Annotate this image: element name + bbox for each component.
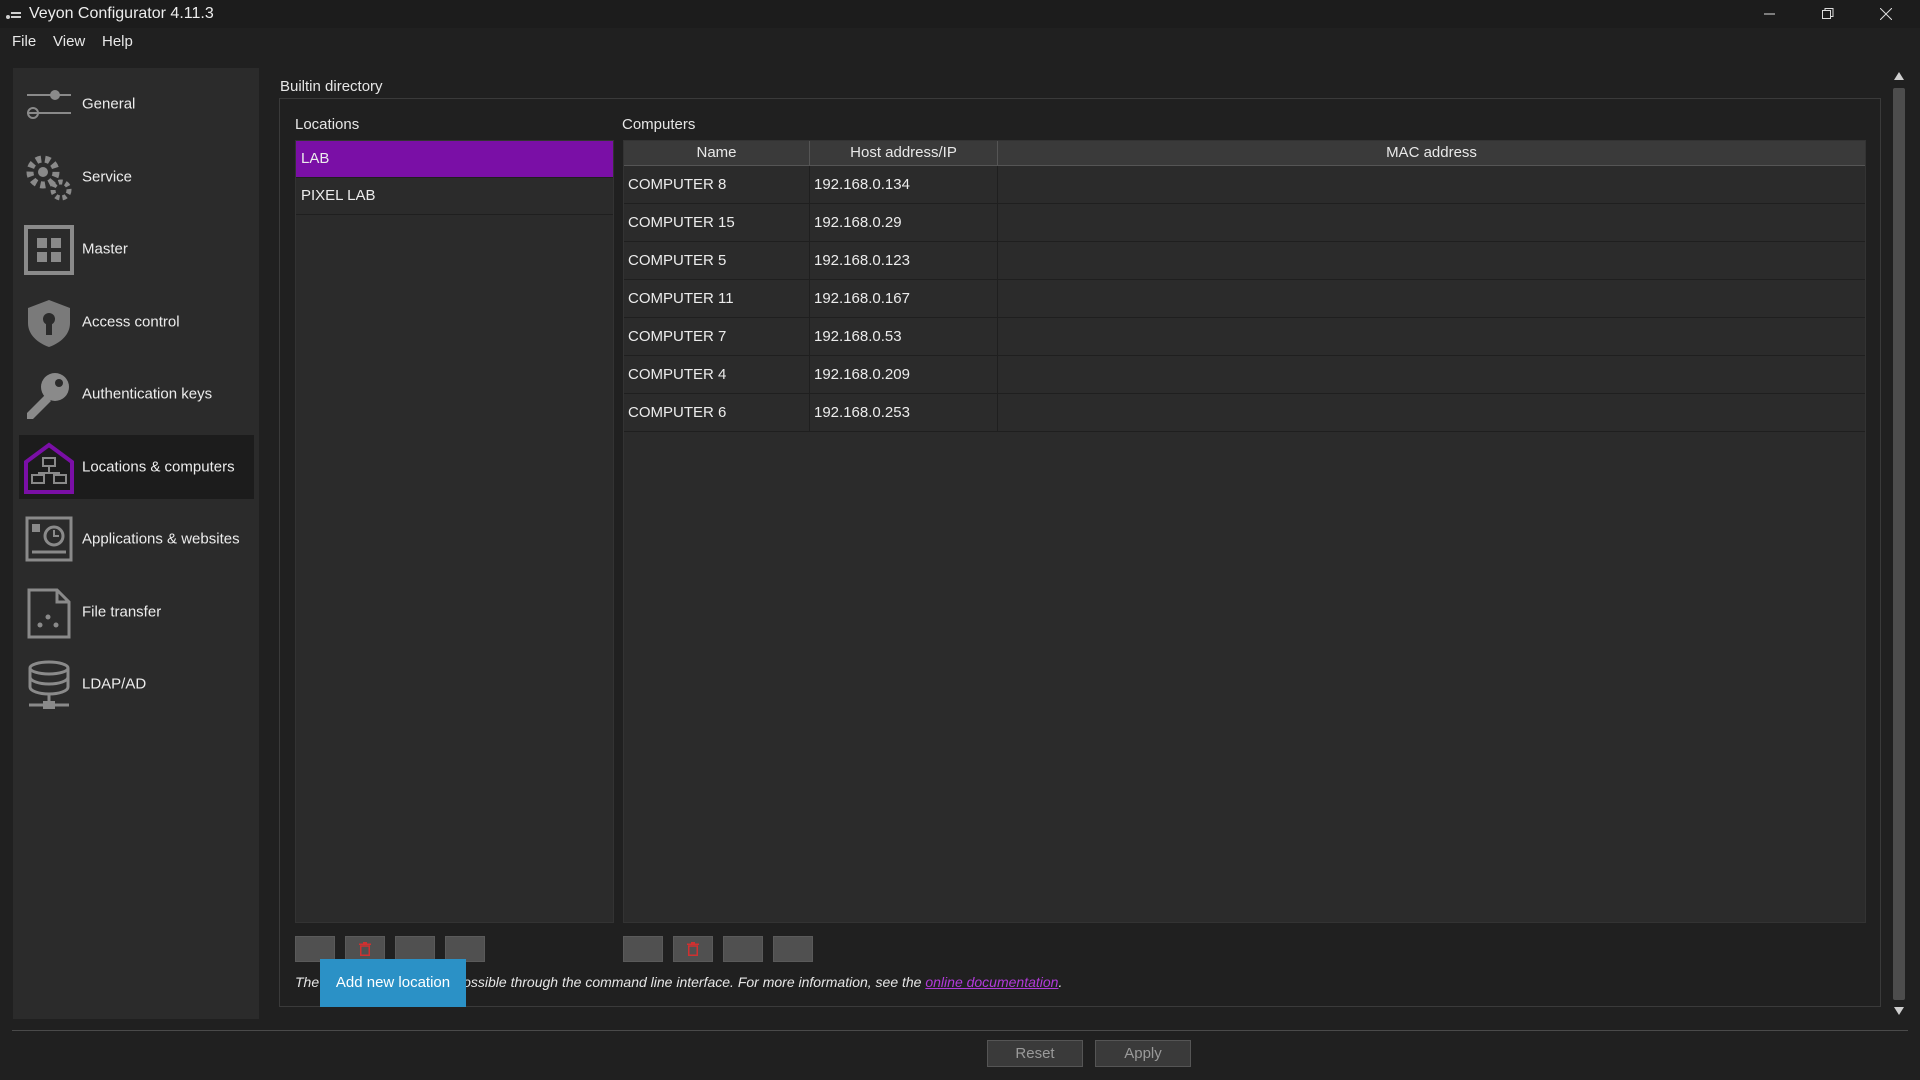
sidebar-item-authentication-keys[interactable]: Authentication keys [19,362,254,426]
cell-name[interactable]: COMPUTER 7 [624,318,810,355]
column-header-host[interactable]: Host address/IP [810,141,998,165]
sidebar: General Service Master Access control Au… [13,68,259,1019]
sidebar-item-label: Master [82,240,128,258]
cell-mac[interactable] [998,242,1865,279]
online-documentation-link[interactable]: online documentation [925,974,1058,990]
sidebar-item-label: Authentication keys [82,385,213,403]
database-icon [28,660,70,709]
sidebar-item-file-transfer[interactable]: File transfer [19,580,254,644]
reset-button[interactable]: Reset [987,1040,1083,1067]
computers-table[interactable]: Name Host address/IP MAC address COMPUTE… [623,140,1866,923]
section-title: Builtin directory [280,78,383,95]
vertical-scrollbar[interactable] [1891,68,1907,1020]
location-item-lab[interactable]: LAB [296,141,613,178]
cell-name[interactable]: COMPUTER 4 [624,356,810,393]
export-computers-button[interactable] [773,936,813,962]
minimize-button[interactable] [1742,0,1798,28]
cell-host[interactable]: 192.168.0.167 [810,280,998,317]
sidebar-item-label: File transfer [82,603,162,621]
cell-name[interactable]: COMPUTER 15 [624,204,810,241]
scroll-down-arrow-icon[interactable] [1894,1007,1904,1015]
shield-lock-icon [28,300,70,347]
cell-mac[interactable] [998,318,1865,355]
table-row[interactable]: COMPUTER 15 192.168.0.29 [624,204,1865,242]
cell-mac[interactable] [998,204,1865,241]
bottom-divider [12,1030,1908,1031]
info-suffix: . [1058,974,1063,990]
table-row[interactable]: COMPUTER 7 192.168.0.53 [624,318,1865,356]
sidebar-item-label: Service [82,168,133,186]
locations-list[interactable]: LAB PIXEL LAB [295,140,614,923]
restore-icon [1822,8,1834,19]
menu-file[interactable]: File [12,33,36,50]
cell-name[interactable]: COMPUTER 5 [624,242,810,279]
sidebar-item-label: Access control [82,313,180,331]
info-text-body: ossible through the command line interfa… [463,974,926,990]
column-header-name[interactable]: Name [624,141,810,165]
sidebar-item-label: Applications & websites [82,530,240,548]
cell-host[interactable]: 192.168.0.53 [810,318,998,355]
import-computers-button[interactable] [723,936,763,962]
cell-mac[interactable] [998,394,1865,431]
file-icon [27,588,71,639]
close-icon [1880,8,1892,20]
sidebar-item-service[interactable]: Service [19,145,254,209]
sidebar-item-general[interactable]: General [19,72,254,136]
sidebar-item-applications-websites[interactable]: Applications & websites [19,507,254,571]
location-item-pixel-lab[interactable]: PIXEL LAB [296,178,613,215]
cell-name[interactable]: COMPUTER 6 [624,394,810,431]
gears-icon [26,155,72,201]
table-header: Name Host address/IP MAC address [624,141,1865,166]
remove-computer-button[interactable] [673,936,713,962]
locations-label: Locations [295,116,360,133]
menu-bar: File View Help [0,30,1920,54]
sidebar-item-label: General [82,95,136,113]
cell-mac[interactable] [998,280,1865,317]
trash-icon [687,942,699,956]
sidebar-item-label: LDAP/AD [82,675,147,693]
sidebar-item-label: Locations & computers [82,458,235,476]
apply-button[interactable]: Apply [1095,1040,1191,1067]
menu-help[interactable]: Help [102,33,133,50]
window-title: Veyon Configurator 4.11.3 [29,5,214,22]
cell-host[interactable]: 192.168.0.209 [810,356,998,393]
slider-icon [27,90,71,119]
clock-screen-icon [25,516,73,562]
app-icon [6,12,21,19]
sidebar-item-locations-computers[interactable]: Locations & computers [19,435,254,499]
trash-icon [359,942,371,956]
table-row[interactable]: COMPUTER 6 192.168.0.253 [624,394,1865,432]
table-row[interactable]: COMPUTER 11 192.168.0.167 [624,280,1865,318]
cell-host[interactable]: 192.168.0.29 [810,204,998,241]
info-prefix: The [295,974,320,990]
sidebar-item-master[interactable]: Master [19,217,254,281]
cell-host[interactable]: 192.168.0.123 [810,242,998,279]
table-row[interactable]: COMPUTER 4 192.168.0.209 [624,356,1865,394]
cell-host[interactable]: 192.168.0.253 [810,394,998,431]
cell-name[interactable]: COMPUTER 8 [624,166,810,203]
cell-name[interactable]: COMPUTER 11 [624,280,810,317]
cell-host[interactable]: 192.168.0.134 [810,166,998,203]
add-location-tooltip: Add new location [320,959,466,1007]
close-button[interactable] [1858,0,1914,28]
cell-mac[interactable] [998,166,1865,203]
restore-button[interactable] [1800,0,1856,28]
scrollbar-thumb[interactable] [1893,88,1905,1000]
menu-view[interactable]: View [53,33,85,50]
cell-mac[interactable] [998,356,1865,393]
scroll-up-arrow-icon[interactable] [1894,72,1904,80]
grid-icon [24,225,74,275]
main-panel: Builtin directory Locations Computers LA… [262,68,1882,1020]
sidebar-item-ldap-ad[interactable]: LDAP/AD [19,652,254,716]
minimize-icon [1764,13,1775,15]
table-row[interactable]: COMPUTER 5 192.168.0.123 [624,242,1865,280]
sidebar-item-access-control[interactable]: Access control [19,290,254,354]
add-computer-button[interactable] [623,936,663,962]
column-header-mac[interactable]: MAC address [998,141,1865,165]
computers-label: Computers [622,116,696,133]
key-icon [27,373,69,419]
title-bar: Veyon Configurator 4.11.3 [0,0,1920,28]
table-row[interactable]: COMPUTER 8 192.168.0.134 [624,166,1865,204]
house-network-icon [24,442,74,494]
